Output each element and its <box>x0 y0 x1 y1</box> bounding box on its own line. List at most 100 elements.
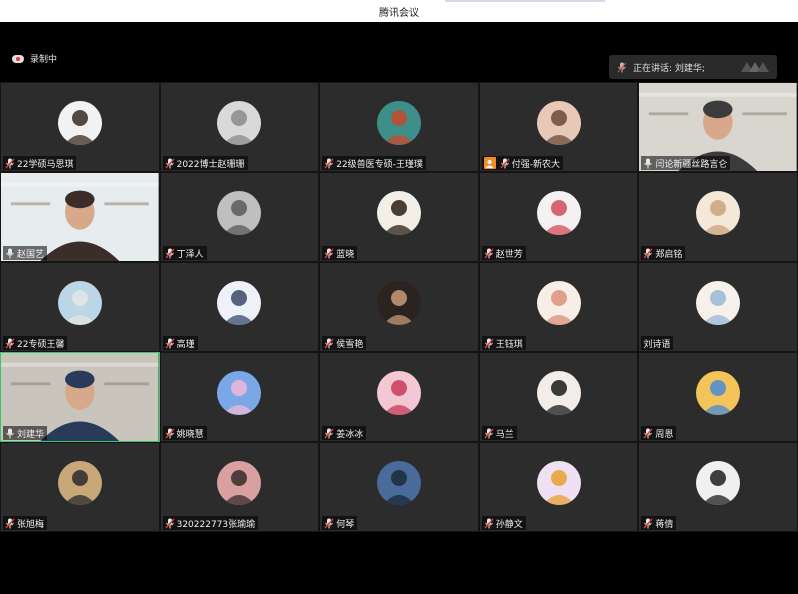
participant-label: 赵世芳 <box>481 246 526 260</box>
avatar <box>217 461 262 505</box>
host-badge-icon <box>483 157 496 169</box>
participant-name: 马兰 <box>495 429 514 440</box>
mic-muted-icon <box>324 428 334 439</box>
participant-tile[interactable]: 侯雪艳 <box>319 262 479 352</box>
participant-tile[interactable]: 22学硕马思琪 <box>0 82 160 172</box>
avatar <box>217 281 262 325</box>
participant-tile[interactable]: 赵国艺 <box>0 172 160 262</box>
avatar <box>217 371 262 415</box>
participant-name: 蓝晓 <box>336 249 355 260</box>
participant-tile[interactable]: 张旭梅 <box>0 442 160 532</box>
participant-tile[interactable]: 蓝晓 <box>319 172 479 262</box>
participant-tile[interactable]: 闫论新疆丝路言仑 <box>638 82 798 172</box>
participant-label: 22学硕马思琪 <box>3 156 77 170</box>
avatar <box>536 371 581 415</box>
avatar <box>696 191 741 235</box>
participant-tile[interactable]: 孙静文 <box>478 442 639 532</box>
participant-tile[interactable]: 姜冰冰 <box>319 352 479 442</box>
participant-tile[interactable]: 2022博士赵珊珊 <box>159 82 320 172</box>
mic-muted-icon <box>484 338 494 349</box>
participant-label: 高瑾 <box>162 336 198 350</box>
participant-name: 周恩 <box>655 429 674 440</box>
participant-label: 蓝晓 <box>322 246 358 260</box>
participant-tile[interactable]: 高瑾 <box>159 262 320 352</box>
titlebar-tab-stub <box>445 0 605 2</box>
cloud-record-icon <box>12 54 24 63</box>
participant-name: 22级兽医专硕-王瑾璞 <box>336 159 423 170</box>
participant-tile[interactable]: 马兰 <box>478 352 639 442</box>
meeting-bottom-bar <box>0 532 798 594</box>
participant-name: 2022博士赵珊珊 <box>176 159 245 170</box>
participant-name: 320222773张瑜瑜 <box>176 519 256 530</box>
mic-muted-icon <box>324 158 334 169</box>
participant-label: 孙静文 <box>481 516 526 530</box>
participant-tile[interactable]: 刘诗语 <box>638 262 798 352</box>
participant-tile[interactable]: 22专硕王馨 <box>0 262 160 352</box>
participant-label: 蒋倩 <box>641 516 677 530</box>
participant-name: 郑启铭 <box>655 249 683 260</box>
mic-muted-icon <box>324 518 334 529</box>
participant-name: 赵国艺 <box>17 249 45 260</box>
recording-indicator[interactable]: 录制中 <box>12 52 57 65</box>
mic-muted-icon <box>484 428 494 439</box>
participant-name: 闫论新疆丝路言仑 <box>655 159 728 170</box>
participant-tile[interactable]: 姚晓慧 <box>159 352 320 442</box>
participant-name: 姜冰冰 <box>336 429 364 440</box>
participant-name: 22学硕马思琪 <box>17 159 74 170</box>
participant-name: 姚晓慧 <box>176 429 204 440</box>
participant-name: 蒋倩 <box>655 519 674 530</box>
participant-label: 张旭梅 <box>3 516 48 530</box>
participant-tile[interactable]: 22级兽医专硕-王瑾璞 <box>319 82 479 172</box>
avatar <box>696 461 741 505</box>
mic-muted-icon <box>643 428 653 439</box>
participant-label: 侯雪艳 <box>322 336 367 350</box>
mic-muted-icon <box>165 158 175 169</box>
participant-label: 丁泽人 <box>162 246 207 260</box>
participant-label: 2022博士赵珊珊 <box>162 156 248 170</box>
participant-tile[interactable]: 蒋倩 <box>638 442 798 532</box>
participant-label: 何琴 <box>322 516 358 530</box>
mic-muted-icon <box>643 248 653 259</box>
participant-grid: 22学硕马思琪 2022博士赵珊珊 22级兽医专硕-王瑾璞 付强-新农大 闫论新疆丝路言… <box>0 82 798 532</box>
mic-icon <box>643 158 653 169</box>
avatar <box>536 191 581 235</box>
participant-label: 闫论新疆丝路言仑 <box>641 156 731 170</box>
mic-muted-icon <box>165 518 175 529</box>
avatar <box>376 281 421 325</box>
participant-label: 王钰琪 <box>481 336 526 350</box>
avatar <box>57 281 102 325</box>
mic-muted-icon <box>324 248 334 259</box>
window-titlebar: 腾讯会议 <box>0 0 798 22</box>
participant-label: 付强-新农大 <box>481 156 564 170</box>
participant-label: 姜冰冰 <box>322 426 367 440</box>
avatar <box>376 371 421 415</box>
mic-muted-icon <box>500 158 510 169</box>
participant-name: 王钰琪 <box>495 339 523 350</box>
mic-muted-icon <box>324 338 334 349</box>
participant-tile[interactable]: 王钰琪 <box>478 262 639 352</box>
participant-label: 马兰 <box>481 426 517 440</box>
participant-label: 22级兽医专硕-王瑾璞 <box>322 156 426 170</box>
participant-tile[interactable]: 赵世芳 <box>478 172 639 262</box>
speaking-indicator: 正在讲话: 刘建华; <box>609 55 777 79</box>
participant-tile[interactable]: 郑启铭 <box>638 172 798 262</box>
mic-icon <box>5 248 15 259</box>
avatar <box>217 191 262 235</box>
mic-muted-icon <box>643 518 653 529</box>
participant-name: 丁泽人 <box>176 249 204 260</box>
participant-tile[interactable]: 付强-新农大 <box>478 82 639 172</box>
mic-muted-icon <box>484 248 494 259</box>
recording-label: 录制中 <box>30 55 58 65</box>
window-title: 腾讯会议 <box>379 8 419 19</box>
participant-tile[interactable]: 周恩 <box>638 352 798 442</box>
participant-tile[interactable]: 丁泽人 <box>159 172 320 262</box>
participant-tile[interactable]: 320222773张瑜瑜 <box>159 442 320 532</box>
avatar <box>536 281 581 325</box>
avatar <box>57 101 102 145</box>
participant-tile[interactable]: 何琴 <box>319 442 479 532</box>
participant-label: 刘建华 <box>3 426 48 440</box>
speaking-text: 正在讲话: 刘建华; <box>633 63 705 74</box>
participant-label: 周恩 <box>641 426 677 440</box>
mic-muted-icon <box>165 248 175 259</box>
participant-tile[interactable]: 刘建华 <box>0 352 160 442</box>
